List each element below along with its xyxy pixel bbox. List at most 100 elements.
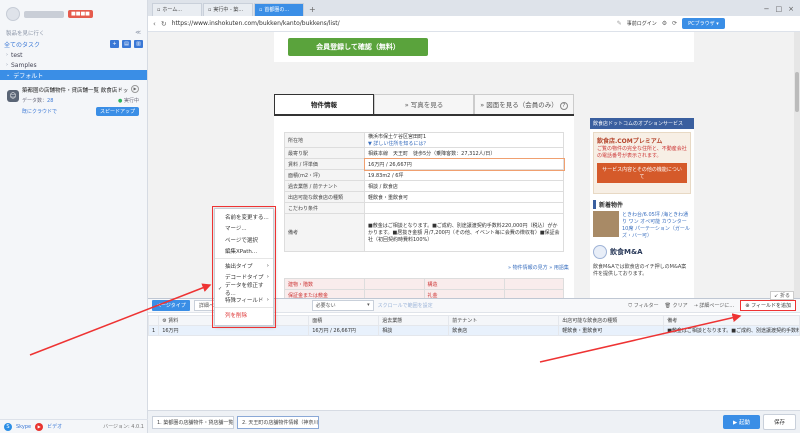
maximize-icon[interactable]: □ xyxy=(776,3,783,16)
back-icon[interactable]: ‹ xyxy=(153,20,156,28)
bottom-bar: 1. 築都圏の店舗物件・貸店舗一覧... 2. 天王町の店舗物件情報（神奈川..… xyxy=(148,410,800,433)
panel-toolbar-right: ⛉ フィルター 🗑 クリア ⇢ 詳細ページに… ⊕ フィールドを追加 xyxy=(628,300,796,311)
detail-page-action[interactable]: ⇢ 詳細ページに… xyxy=(694,302,735,309)
add-task-icon[interactable]: + xyxy=(110,40,119,48)
help-icon[interactable]: ? xyxy=(559,102,568,110)
premium-promo[interactable]: 飲食店.COMプレミアム ご覧の物件の完全な住所と、不動産会社の電話番号が表示さ… xyxy=(593,132,691,194)
cell[interactable]: 16万円 / 26,667円 xyxy=(308,325,380,336)
scroll-settings-link[interactable]: スクロールで範囲を設定 xyxy=(378,302,433,309)
page-tab-list[interactable]: 1. 築都圏の店舗物件・貸店舗一覧... xyxy=(152,415,234,429)
add-field-button[interactable]: ⊕ フィールドを追加 xyxy=(740,300,796,311)
property-tabs: 物件情報 » 写真を見る » 図面を見る（会員のみ） ? xyxy=(274,94,574,116)
cloud-link[interactable]: 既にクラウドで xyxy=(22,108,57,115)
col-header[interactable]: 過去業態 xyxy=(378,315,450,326)
browser-tabbar: ▫ ホーム... ▫ 実行中 - 築... ▫ 首都圏の... + − □ × xyxy=(148,0,800,16)
close-icon[interactable]: × xyxy=(788,3,794,16)
task-card[interactable]: ☺ ▶ 築都圏の店舗物件・貸店舗一覧 飲食店ドッ データ数：28 ● 実行中 既… xyxy=(4,82,143,120)
url-input[interactable]: https://www.inshokuten.com/bukken/kanto/… xyxy=(172,20,612,27)
tab-current[interactable]: ▫ 首都圏の... xyxy=(254,3,304,16)
tree-item-test[interactable]: › test xyxy=(0,50,147,60)
avatar[interactable] xyxy=(6,7,20,21)
product-link[interactable]: 製品を見に行く ≪ xyxy=(6,28,141,38)
link-icon: ⇢ xyxy=(693,303,698,309)
delete-icon[interactable]: ▥ xyxy=(134,40,143,48)
property-thumbnail[interactable] xyxy=(593,211,619,237)
data-count: 28 xyxy=(47,98,54,104)
col-header[interactable]: 面積 xyxy=(308,315,380,326)
tab-photos[interactable]: » 写真を見る xyxy=(374,94,474,114)
col-header[interactable]: 備考 xyxy=(663,315,800,326)
scroll-thumb[interactable] xyxy=(795,72,799,112)
scroll-select[interactable]: 必要ない ▾ xyxy=(311,300,374,311)
register-button[interactable]: 会員登録して確認（無料） xyxy=(288,38,428,56)
col-header[interactable]: 出店可能な飲食店の種類 xyxy=(558,315,665,326)
video-icon[interactable]: ▶ xyxy=(35,422,44,431)
row-value-selected[interactable]: 16万円 / 26,667円 xyxy=(363,157,565,171)
clear-button[interactable]: 🗑 クリア xyxy=(665,302,688,309)
chevron-right-icon: › xyxy=(6,52,8,58)
new-tab-icon[interactable]: + xyxy=(305,3,320,16)
col-header xyxy=(147,315,160,326)
tab-running[interactable]: ▫ 実行中 - 築... xyxy=(203,3,253,16)
pc-browser-dropdown[interactable]: PCブラウザ ▾ xyxy=(682,18,725,29)
row-key: 構造 xyxy=(423,278,505,290)
filter-button[interactable]: ⛉ フィルター xyxy=(628,302,658,309)
user-name-redacted xyxy=(24,10,64,18)
filter-icon: ⛉ xyxy=(628,303,633,309)
premium-title: 飲食店.COMプレミアム xyxy=(597,138,663,145)
cell[interactable]: 相談 xyxy=(378,325,450,336)
video-link[interactable]: ビデオ xyxy=(47,423,62,430)
page-tab-detail[interactable]: 2. 天王町の店舗物件情報（神奈川... xyxy=(237,415,319,429)
info-links[interactable]: » 物件情報の見方 » 用語集 xyxy=(508,264,569,271)
prev-login-button[interactable]: 事前ログイン xyxy=(627,20,657,27)
folder-icon[interactable]: ▤ xyxy=(122,40,131,48)
row-key: 賃料 / 坪単価 xyxy=(284,158,365,170)
row-key: 過去業態 / 前テナント xyxy=(284,180,365,192)
premium-button[interactable]: サービス内容とその他の機能について xyxy=(597,163,687,183)
row-value xyxy=(503,289,564,298)
speed-up-button[interactable]: スピードアップ xyxy=(95,107,139,116)
col-header[interactable]: 前テナント xyxy=(448,315,560,326)
play-icon[interactable]: ▶ xyxy=(131,85,139,93)
all-tasks-label[interactable]: 全てのタスク xyxy=(4,40,40,49)
tree-item-label: デフォルト xyxy=(13,72,44,80)
tab-property-info[interactable]: 物件情報 xyxy=(274,94,374,114)
ma-logo[interactable]: 飲食M&A xyxy=(593,245,691,259)
tab-label: » 図面を見る（会員のみ） xyxy=(480,101,558,109)
skype-link[interactable]: Skype xyxy=(16,424,31,430)
tree-item-default[interactable]: ⌄ デフォルト xyxy=(0,70,147,80)
trash-icon: 🗑 xyxy=(664,303,671,309)
recent-item[interactable]: ときわ台/6.05坪 /海ときわ通り ワン オペ可能 カウンター 10席 パーテ… xyxy=(593,211,691,241)
cell[interactable]: 飲食店 xyxy=(448,325,560,336)
chevron-down-icon: ▾ xyxy=(367,302,370,308)
data-count-label: データ数： xyxy=(22,98,48,104)
webview-scrollbar[interactable] xyxy=(794,32,800,298)
table-row: 保証金または敷金 礼金 xyxy=(284,289,564,298)
tab-home[interactable]: ▫ ホーム... xyxy=(152,3,202,16)
address-link[interactable]: ▼ 詳しい住所を知るには？ xyxy=(368,141,428,147)
table-row: こだわり条件 xyxy=(284,202,564,214)
plan-badge[interactable]: ■■■■ xyxy=(68,10,93,18)
page-type-button[interactable]: ページタイプ xyxy=(152,300,190,311)
cell[interactable]: ■敷金はご相談となります。■ご成約、別途譲渡契約手数料220... xyxy=(663,325,800,336)
tab-label: ホーム... xyxy=(162,7,183,13)
cell[interactable]: 軽飲食・重飲食可 xyxy=(558,325,665,336)
edit-icon[interactable]: ✎ xyxy=(617,20,622,27)
select-value: 必要ない xyxy=(315,303,336,309)
save-button[interactable]: 保存 xyxy=(762,414,796,430)
reload-icon[interactable]: ↻ xyxy=(161,20,167,28)
settings-icon[interactable]: ⚙ xyxy=(662,20,667,27)
task-toolbar: 全てのタスク + ▤ ▥ xyxy=(0,38,147,50)
tree-item-samples[interactable]: › Samples xyxy=(0,60,147,70)
start-button[interactable]: ▶ 起動 xyxy=(723,415,760,429)
skype-icon[interactable]: S xyxy=(4,422,12,431)
row-key: 出店可能な飲食店の種類 xyxy=(284,191,365,203)
refresh-icon[interactable]: ⟳ xyxy=(672,20,677,27)
tab-floorplan[interactable]: » 図面を見る（会員のみ） ? xyxy=(474,94,574,114)
row-value xyxy=(503,278,564,290)
recent-item-text[interactable]: ときわ台/6.05坪 /海ときわ通り ワン オペ可能 カウンター 10席 パーテ… xyxy=(622,211,691,241)
minimize-icon[interactable]: − xyxy=(764,3,770,16)
version-label: バージョン: 4.0.1 xyxy=(103,424,144,430)
tab-label: 実行中 - 築... xyxy=(213,7,244,13)
fold-button[interactable]: ↙ 折る xyxy=(770,291,794,300)
